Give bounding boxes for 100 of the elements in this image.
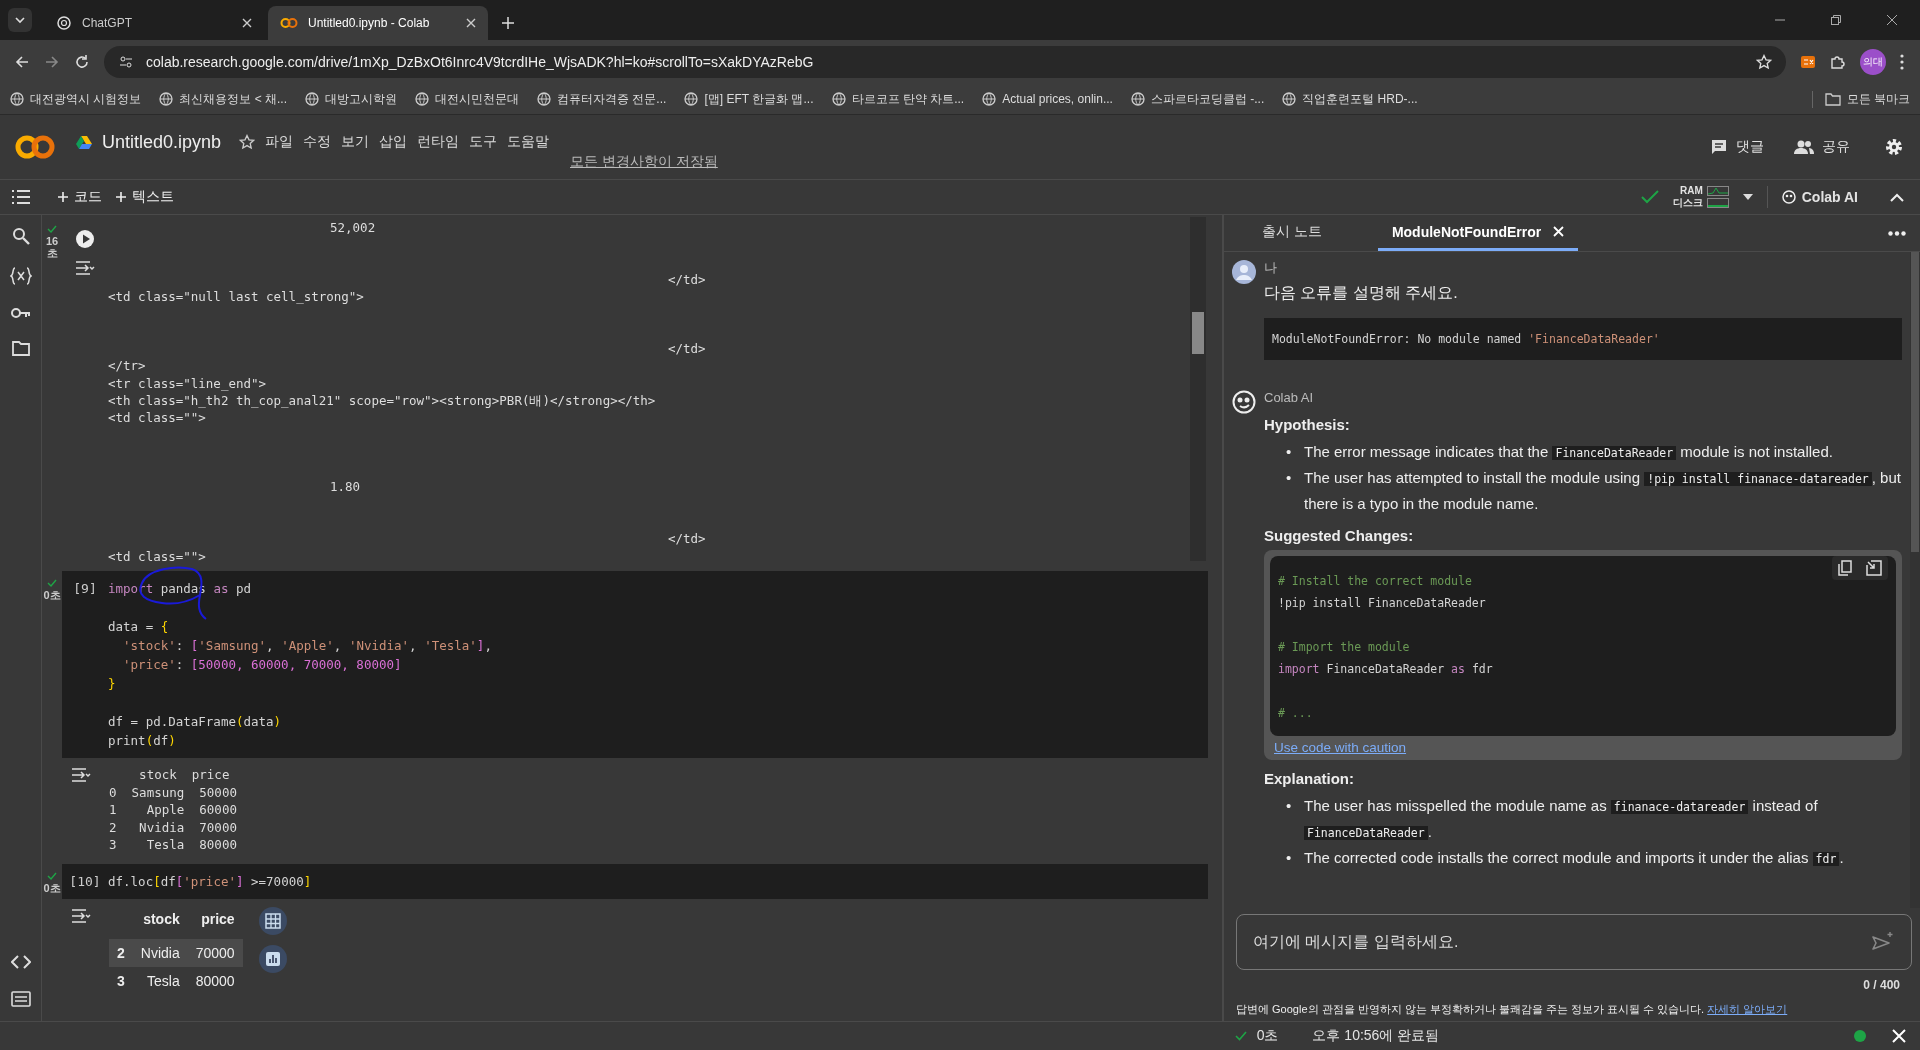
bookmark-star-icon[interactable] — [1756, 54, 1772, 70]
table-of-contents-icon[interactable] — [12, 190, 30, 204]
scrollbar[interactable] — [1190, 217, 1206, 561]
disk-graph-icon — [1706, 198, 1729, 208]
bullet-marker: • — [1286, 848, 1293, 868]
colab-ai-button[interactable]: Colab AI — [1781, 189, 1858, 205]
execution-time: 0초 — [42, 881, 62, 894]
menu-item[interactable]: 런타임 — [417, 133, 460, 151]
table-view-button[interactable] — [258, 906, 287, 935]
back-icon[interactable] — [14, 54, 30, 70]
browser-tab[interactable]: Untitled0.ipynb - Colab — [268, 6, 488, 40]
chevron-down-icon — [14, 14, 26, 26]
output-line: <td class=""> — [108, 548, 206, 561]
search-icon[interactable] — [11, 227, 30, 245]
notebook-title[interactable]: Untitled0.ipynb — [102, 131, 222, 153]
user-avatar — [1232, 260, 1256, 284]
output-line: </td> — [668, 271, 706, 287]
add-code-button[interactable]: 코드 — [58, 188, 102, 206]
restore-icon[interactable] — [1830, 14, 1842, 26]
learn-more-link[interactable]: 자세히 알아보기 — [1707, 1003, 1788, 1015]
panel-tab[interactable]: 출시 노트 — [1248, 215, 1336, 251]
bullet-marker: • — [1286, 796, 1293, 816]
bookmark[interactable]: Actual prices, onlin... — [982, 92, 1113, 106]
globe-icon — [831, 92, 846, 106]
execution-time: 0초 — [42, 589, 62, 601]
star-icon[interactable] — [239, 134, 256, 150]
menu-item[interactable]: 수정 — [303, 133, 332, 151]
bookmark[interactable]: 대전광역시 시험정보 — [10, 90, 142, 108]
chart-suggest-button[interactable] — [258, 944, 287, 973]
output-toggle-icon[interactable] — [71, 908, 91, 923]
add-text-button[interactable]: 텍스트 — [116, 188, 174, 206]
output-line: 52,002 — [330, 220, 376, 235]
address-bar[interactable]: colab.research.google.com/drive/1mXp_DzBxOt6Inrc4V9tcrdIHe_WjsADK?hl=ko#scrollTo=sXakDYAzRebG — [104, 46, 1786, 78]
execution-time: 16 초 — [44, 235, 60, 259]
grid-icon — [264, 912, 281, 929]
variables-icon[interactable] — [9, 267, 32, 285]
profile-avatar[interactable]: 의대 — [1860, 49, 1886, 75]
output-line: 1 Apple 60000 — [109, 801, 237, 819]
reload-icon[interactable] — [74, 54, 90, 70]
globe-icon — [305, 92, 320, 106]
panel-tab[interactable]: ModuleNotFoundError — [1377, 215, 1579, 251]
bookmark[interactable]: 대방고시학원 — [305, 90, 398, 108]
face-icon — [1781, 190, 1796, 204]
forward-icon[interactable] — [44, 54, 60, 70]
bookmark[interactable]: 대전시민천문대 — [415, 90, 520, 108]
code-snippets-icon[interactable] — [10, 955, 31, 969]
execution-count: [10] — [68, 872, 102, 891]
kebab-menu-icon[interactable] — [1900, 54, 1904, 70]
output-line: <td class=""> — [108, 410, 206, 426]
browser-tab[interactable]: ChatGPT — [44, 6, 264, 40]
section-heading: Explanation: — [1264, 770, 1355, 787]
character-counter: 0 / 400 — [1862, 977, 1901, 992]
output-toggle-icon[interactable] — [71, 768, 91, 782]
output-line: </tr> — [108, 358, 146, 374]
close-icon[interactable] — [466, 18, 476, 28]
site-info-icon[interactable] — [118, 54, 134, 70]
resource-monitor[interactable]: RAM 디스크 — [1672, 185, 1729, 209]
key-icon[interactable] — [10, 307, 31, 319]
extension-icon[interactable] — [1800, 54, 1816, 70]
output-toggle-icon[interactable] — [75, 261, 95, 275]
output-line: stock price — [138, 766, 231, 784]
scrollbar[interactable] — [1910, 252, 1920, 908]
bookmark[interactable]: 타르코프 탄약 차트... — [831, 90, 965, 108]
more-icon[interactable] — [1888, 230, 1906, 236]
menu-item[interactable]: 삽입 — [379, 133, 408, 151]
menu-item[interactable]: 도움말 — [507, 133, 550, 151]
message-field[interactable]: 여기에 메시지를 입력하세요. — [1236, 914, 1912, 970]
insert-code-icon[interactable] — [1866, 560, 1882, 576]
code-cell[interactable]: [10] df.loc[df['price'] >=70000] — [62, 863, 1208, 899]
terminal-icon[interactable] — [10, 991, 31, 1007]
comment-button[interactable]: 댓글 — [1710, 138, 1764, 156]
share-button[interactable]: 공유 — [1794, 138, 1850, 156]
code-line: df.loc[df['price'] >=70000] — [108, 872, 312, 891]
bookmark[interactable]: 스파르타코딩클럽 -... — [1130, 90, 1265, 108]
menu-item[interactable]: 보기 — [341, 133, 370, 151]
puzzle-icon[interactable] — [1830, 54, 1846, 70]
all-bookmarks-folder[interactable]: 모든 북마크 — [1811, 90, 1910, 108]
copy-icon[interactable] — [1838, 560, 1852, 576]
menu-item[interactable]: 파일 — [265, 133, 294, 151]
globe-icon — [10, 92, 24, 106]
new-tab-icon[interactable] — [502, 17, 514, 29]
drive-icon[interactable] — [76, 135, 92, 149]
output-line: <th class="h_th2 th_cop_anal21" scope="row"><strong>PBR(배)</strong></th> — [108, 392, 656, 408]
bookmark[interactable]: 직업훈련포털 HRD-... — [1282, 90, 1418, 108]
collapse-chevron-icon[interactable] — [1890, 192, 1904, 202]
menu-item[interactable]: 도구 — [469, 133, 498, 151]
close-icon[interactable] — [242, 18, 252, 28]
folder-icon[interactable] — [11, 341, 30, 356]
bookmark[interactable]: 최신채용정보 < 채... — [159, 90, 288, 108]
close-icon[interactable] — [1886, 14, 1898, 26]
bookmark[interactable]: 컴퓨터자격증 전문... — [537, 90, 667, 108]
send-icon[interactable] — [1872, 931, 1894, 951]
bookmark[interactable]: [맵] EFT 한글화 맵... — [684, 90, 814, 108]
table-cell: Nvidia — [132, 938, 188, 967]
tab-list-button[interactable] — [8, 8, 32, 32]
run-button-icon[interactable] — [75, 229, 95, 249]
dropdown-caret-icon[interactable] — [1742, 194, 1753, 200]
save-status-link[interactable]: 모든 변경사항이 저장됨 — [570, 152, 718, 171]
logo-icon[interactable] — [14, 134, 56, 160]
settings-icon[interactable] — [1884, 137, 1904, 157]
